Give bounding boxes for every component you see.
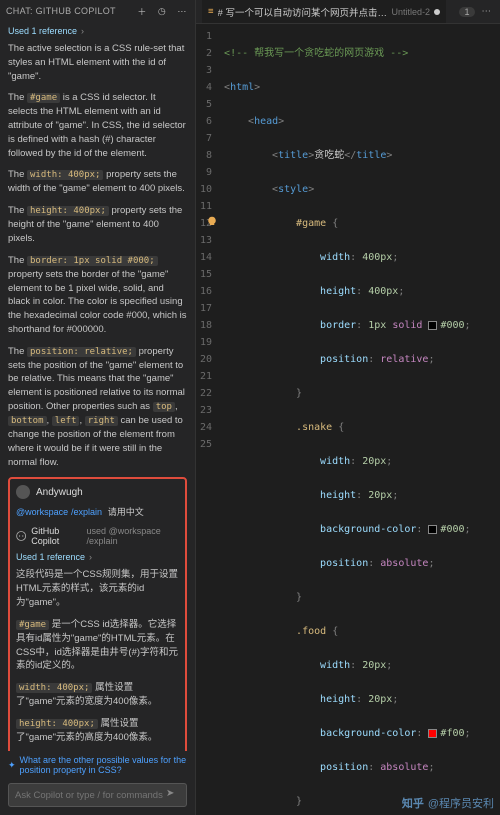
editor-tab[interactable]: ≡ # 写一个可以自动访问某个网页并点击一个名为"开始"按钮的程序。 Untit… — [202, 0, 446, 23]
explain-paragraph-cn: #game 是一个CSS id选择器。它选择具有id属性为"game"的HTML… — [16, 618, 179, 673]
explain-paragraph: The #game is a CSS id selector. It selec… — [8, 91, 187, 160]
used-references[interactable]: Used 1 reference› — [8, 26, 187, 36]
panel-header: CHAT: GITHUB COPILOT ＋ ◷ ⋯ — [0, 0, 195, 22]
used-references[interactable]: Used 1 reference› — [16, 552, 179, 562]
send-icon[interactable]: ➤ — [166, 788, 180, 802]
explain-paragraph: The height: 400px; property sets the hei… — [8, 204, 187, 246]
more-icon[interactable]: ⋯ — [175, 4, 189, 18]
explain-paragraph: The active selection is a CSS rule-set t… — [8, 42, 187, 83]
highlighted-turn: Andywugh @workspace /explain 请用中文 GitHub… — [8, 477, 187, 751]
copilot-chat-panel: CHAT: GITHUB COPILOT ＋ ◷ ⋯ Used 1 refere… — [0, 0, 196, 815]
chat-input-field[interactable] — [15, 790, 166, 801]
explain-paragraph: The width: 400px; property sets the widt… — [8, 168, 187, 196]
new-chat-icon[interactable]: ＋ — [135, 4, 149, 18]
user-name: Andywugh — [36, 487, 83, 498]
chat-scroll[interactable]: Used 1 reference› The active selection i… — [0, 22, 195, 751]
file-icon: ≡ — [208, 6, 214, 17]
explain-paragraph-cn: 这段代码是一个CSS规则集，用于设置HTML元素的样式，该元素的id为"game… — [16, 568, 179, 609]
user-prompt: @workspace /explain 请用中文 — [16, 505, 179, 518]
watermark: 知乎 @程序员安利 — [402, 795, 494, 811]
editor-tabbar: ≡ # 写一个可以自动访问某个网页并点击一个名为"开始"按钮的程序。 Untit… — [196, 0, 500, 24]
line-gutter: 1234567891011121314151617181920212223242… — [196, 24, 220, 815]
tab-count[interactable]: 1 — [459, 7, 474, 17]
panel-title: CHAT: GITHUB COPILOT — [6, 6, 135, 16]
sparkle-icon: ✦ — [8, 760, 16, 771]
explain-paragraph-cn: width: 400px; 属性设置了"game"元素的宽度为400像素。 — [16, 681, 179, 709]
explain-paragraph: The border: 1px solid #000; property set… — [8, 254, 187, 337]
tab-label: # 写一个可以自动访问某个网页并点击一个名为"开始"按钮的程序。 — [218, 5, 388, 19]
explain-paragraph-cn: height: 400px; 属性设置了"game"元素的高度为400像素。 — [16, 717, 179, 745]
tab-more-icon[interactable]: ⋯ — [479, 6, 495, 17]
assistant-row: GitHub Copilot used @workspace /explain — [16, 526, 179, 546]
editor-area: ≡ # 写一个可以自动访问某个网页并点击一个名为"开始"按钮的程序。 Untit… — [196, 0, 500, 815]
explain-paragraph: The position: relative; property sets th… — [8, 345, 187, 470]
avatar — [16, 485, 30, 499]
followup-suggestion[interactable]: ✦ What are the other possible values for… — [0, 751, 195, 779]
code-editor[interactable]: 1234567891011121314151617181920212223242… — [196, 24, 500, 815]
code-content[interactable]: <!-- 帮我写一个贪吃蛇的网页游戏 --> <html> <head> <ti… — [220, 24, 500, 815]
copilot-icon — [16, 530, 26, 542]
lightbulb-icon[interactable] — [206, 216, 218, 228]
dirty-dot-icon — [434, 9, 440, 15]
chat-input[interactable]: ➤ — [8, 783, 187, 807]
chevron-right-icon: › — [81, 26, 84, 36]
user-row: Andywugh — [16, 485, 179, 499]
history-icon[interactable]: ◷ — [155, 4, 169, 18]
